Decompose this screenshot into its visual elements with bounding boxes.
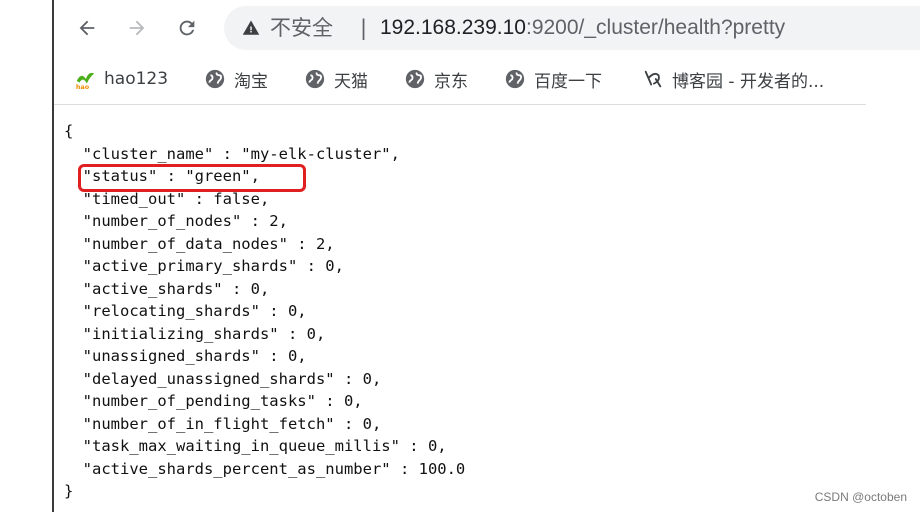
- json-line: "number_of_data_nodes" : 2,: [64, 234, 335, 253]
- json-line: "initializing_shards" : 0,: [64, 324, 326, 343]
- status-highlight-box: [78, 164, 306, 192]
- not-secure-label[interactable]: 不安全: [270, 15, 333, 41]
- bookmark-label: hao123: [104, 69, 169, 89]
- json-line: "active_shards_percent_as_number" : 100.…: [64, 459, 466, 478]
- bookmark-cnblogs[interactable]: 博客园 - 开发者的...: [642, 66, 824, 92]
- bookmark-label: 京东: [434, 71, 468, 92]
- browser-toolbar: 不安全 | 192.168.239.10:9200/_cluster/healt…: [54, 0, 920, 56]
- bookmark-tmall[interactable]: 天猫: [304, 66, 368, 92]
- arrow-left-icon: [79, 20, 95, 36]
- bookmark-jd[interactable]: 京东: [404, 66, 468, 92]
- bookmark-label: 天猫: [334, 71, 368, 92]
- bookmark-label: 淘宝: [234, 71, 268, 92]
- json-line: "number_of_pending_tasks" : 0,: [64, 392, 363, 410]
- bookmarks-bar: hao hao123 淘宝 天猫 京东 百度一下 博客园 - 开发者的...: [54, 56, 866, 102]
- back-button[interactable]: [70, 11, 104, 45]
- svg-text:hao: hao: [76, 83, 90, 90]
- json-line: "relocating_shards" : 0,: [64, 302, 307, 320]
- bookmark-baidu[interactable]: 百度一下: [504, 66, 602, 92]
- url-host: 192.168.239.10: [380, 16, 526, 39]
- globe-icon: [304, 68, 326, 90]
- globe-icon: [504, 68, 526, 90]
- json-line: "number_of_nodes" : 2,: [64, 212, 288, 230]
- url-path: :9200/_cluster/health?pretty: [525, 16, 786, 39]
- address-bar[interactable]: 不安全 | 192.168.239.10:9200/_cluster/healt…: [224, 6, 920, 50]
- json-line: "cluster_name" : "my-elk-cluster",: [64, 144, 400, 163]
- json-line: "delayed_unassigned_shards" : 0,: [64, 369, 382, 388]
- warning-triangle-icon[interactable]: [242, 19, 260, 37]
- json-line: "active_shards" : 0,: [64, 279, 270, 298]
- forward-button[interactable]: [120, 11, 154, 45]
- reload-button[interactable]: [170, 11, 204, 45]
- json-line: }: [64, 482, 74, 500]
- globe-icon: [204, 68, 226, 90]
- globe-icon: [404, 68, 426, 90]
- address-separator: |: [360, 16, 368, 40]
- bookmark-label: 博客园 - 开发者的...: [672, 71, 825, 92]
- arrow-right-icon: [129, 20, 145, 36]
- cnblogs-icon: [642, 68, 664, 90]
- url-text[interactable]: 192.168.239.10:9200/_cluster/health?pret…: [380, 15, 785, 41]
- bookmark-label: 百度一下: [534, 71, 602, 92]
- bookmarks-divider: [54, 104, 866, 105]
- bookmark-taobao[interactable]: 淘宝: [204, 66, 268, 92]
- hao123-icon: hao: [74, 68, 96, 90]
- json-line: "number_of_in_flight_fetch" : 0,: [64, 414, 382, 433]
- json-line: "active_primary_shards" : 0,: [64, 257, 344, 275]
- reload-icon: [179, 20, 195, 36]
- json-line: {: [64, 122, 74, 140]
- json-line: "task_max_waiting_in_queue_millis" : 0,: [64, 437, 447, 455]
- json-line: "unassigned_shards" : 0,: [64, 347, 307, 365]
- watermark: CSDN @octoben: [814, 490, 907, 504]
- bookmark-hao123[interactable]: hao hao123: [74, 66, 168, 92]
